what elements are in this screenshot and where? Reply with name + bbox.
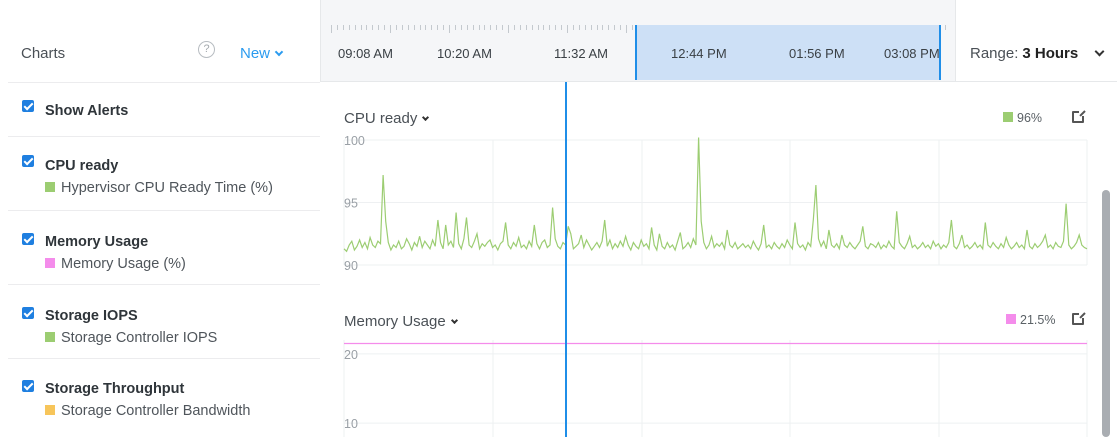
cpu-series-line [343, 137, 1088, 253]
charts-canvas: 90 95 100 10 20 [343, 82, 1088, 437]
cpu-ytick-label: 95 [344, 197, 358, 211]
memory-ytick-label: 20 [344, 348, 358, 362]
vertical-scrollbar[interactable] [1102, 190, 1110, 437]
analysis-page: Charts ? New Show Alerts CPU ready Hyper… [0, 0, 1117, 437]
cpu-ytick-label: 100 [344, 134, 365, 148]
cpu-ytick-label: 90 [344, 259, 358, 273]
memory-ytick-label: 10 [344, 417, 358, 431]
